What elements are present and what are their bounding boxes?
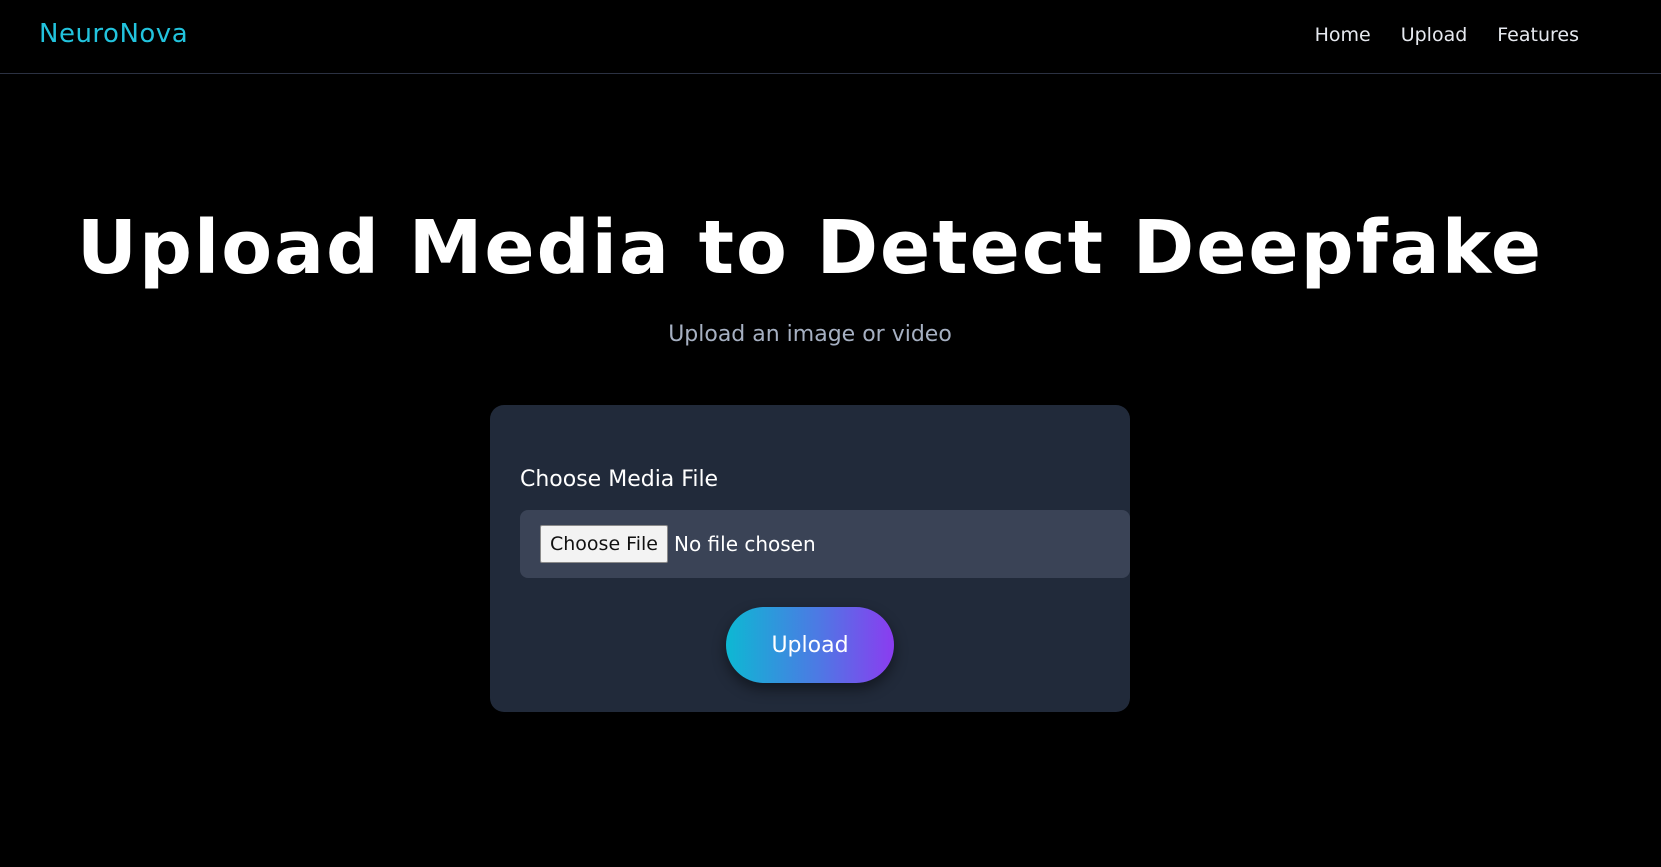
brand-logo[interactable]: NeuroNova: [39, 19, 188, 49]
page-subtitle: Upload an image or video: [668, 322, 952, 347]
choose-file-button[interactable]: Choose File: [540, 525, 668, 563]
upload-card: Choose Media File Choose File No file ch…: [490, 405, 1130, 712]
file-field-label: Choose Media File: [520, 467, 719, 492]
navbar: NeuroNova Home Upload Features: [0, 0, 1661, 74]
nav-link-home[interactable]: Home: [1315, 24, 1371, 46]
nav-link-features[interactable]: Features: [1497, 24, 1579, 46]
file-input[interactable]: Choose File No file chosen: [520, 510, 1130, 578]
nav-link-upload[interactable]: Upload: [1401, 24, 1468, 46]
page-title: Upload Media to Detect Deepfake: [76, 205, 1544, 291]
nav-links: Home Upload Features: [1315, 24, 1579, 46]
file-status-text: No file chosen: [673, 532, 816, 556]
upload-button[interactable]: Upload: [726, 607, 894, 683]
